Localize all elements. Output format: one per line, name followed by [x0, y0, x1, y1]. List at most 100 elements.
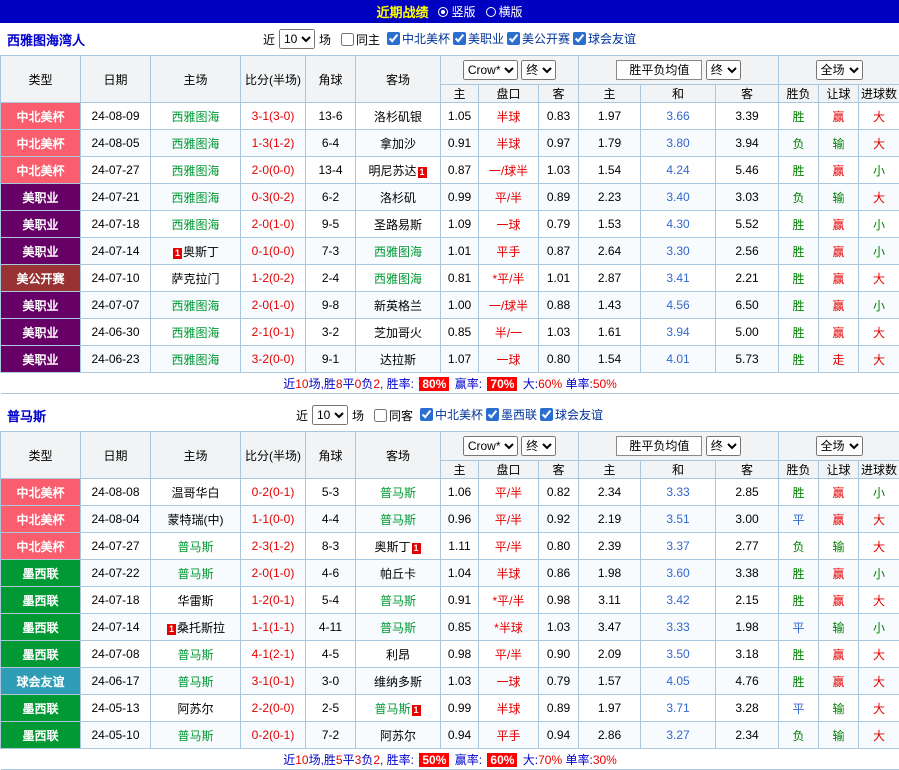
match-score[interactable]: 3-1(0-1) — [241, 668, 306, 695]
match-score[interactable]: 1-1(1-1) — [241, 614, 306, 641]
match-score[interactable]: 1-1(0-0) — [241, 506, 306, 533]
team-name[interactable]: 西雅图海 — [171, 191, 219, 205]
team-name[interactable]: 西雅图海 — [171, 299, 219, 313]
league-checkbox[interactable] — [486, 408, 499, 421]
team-name[interactable]: 普马斯 — [380, 513, 416, 527]
match-score[interactable]: 0-1(0-0) — [241, 238, 306, 265]
match-score[interactable]: 2-0(1-0) — [241, 292, 306, 319]
team-name[interactable]: 华雷斯 — [177, 594, 213, 608]
league-checkbox[interactable] — [387, 32, 400, 45]
team-name[interactable]: 桑托斯拉 — [177, 621, 225, 635]
team-name[interactable]: 利昂 — [386, 648, 410, 662]
team-name[interactable]: 拿加沙 — [380, 137, 416, 151]
match-score[interactable]: 4-1(2-1) — [241, 641, 306, 668]
same-venue-filter[interactable]: 同客 — [374, 407, 413, 424]
team-name[interactable]: 萨克拉门 — [171, 272, 219, 286]
match-score[interactable]: 2-0(1-0) — [241, 211, 306, 238]
avg-win-odds: 1.53 — [579, 211, 641, 238]
match-score[interactable]: 2-1(0-1) — [241, 319, 306, 346]
match-score[interactable]: 2-0(1-0) — [241, 560, 306, 587]
team-name[interactable]: 帕丘卡 — [380, 567, 416, 581]
team-name[interactable]: 阿苏尔 — [380, 729, 416, 743]
match-score[interactable]: 1-2(0-1) — [241, 587, 306, 614]
team-name[interactable]: 奥斯丁 — [374, 540, 410, 554]
match-score[interactable]: 2-3(1-2) — [241, 533, 306, 560]
match-score[interactable]: 0-2(0-1) — [241, 479, 306, 506]
team-name[interactable]: 西雅图海 — [171, 353, 219, 367]
avg-time-select[interactable]: 终 — [706, 60, 741, 80]
odds-time-select[interactable]: 终 — [521, 436, 556, 456]
radio-selected-icon[interactable] — [438, 7, 448, 17]
team-name[interactable]: 普马斯 — [177, 567, 213, 581]
match-score[interactable]: 1-3(1-2) — [241, 130, 306, 157]
avg-group-header: 胜平负均值 终 — [579, 56, 779, 85]
team-name[interactable]: 西雅图海 — [171, 110, 219, 124]
team-name[interactable]: 芝加哥火 — [374, 326, 422, 340]
league-filter[interactable]: 美职业 — [453, 30, 504, 47]
bookmaker-select[interactable]: Crow* — [463, 60, 518, 80]
games-count-select[interactable]: 10 — [279, 29, 315, 49]
scope-select[interactable]: 全场 — [816, 436, 863, 456]
subhead-cell: 客 — [716, 85, 779, 103]
team-name[interactable]: 蒙特瑞(中) — [168, 513, 224, 527]
league-filter[interactable]: 中北美杯 — [420, 406, 483, 423]
league-filter[interactable]: 球会友谊 — [573, 30, 636, 47]
team-name[interactable]: 普马斯 — [380, 486, 416, 500]
same-venue-checkbox[interactable] — [374, 409, 387, 422]
league-checkbox[interactable] — [507, 32, 520, 45]
games-count-select[interactable]: 10 — [312, 405, 348, 425]
match-score[interactable]: 2-2(0-0) — [241, 695, 306, 722]
team-name[interactable]: 普马斯 — [177, 729, 213, 743]
team-name[interactable]: 温哥华白 — [171, 486, 219, 500]
team-name[interactable]: 奥斯丁 — [183, 245, 219, 259]
match-score[interactable]: 2-0(0-0) — [241, 157, 306, 184]
team-name[interactable]: 西雅图海 — [374, 272, 422, 286]
layout-option-horizontal[interactable]: 横版 — [486, 3, 523, 20]
layout-option-vertical[interactable]: 竖版 — [438, 3, 475, 20]
same-venue-checkbox[interactable] — [341, 33, 354, 46]
scope-select[interactable]: 全场 — [816, 60, 863, 80]
team-name[interactable]: 普马斯 — [177, 540, 213, 554]
team-name[interactable]: 新英格兰 — [374, 299, 422, 313]
odds-time-select[interactable]: 终 — [521, 60, 556, 80]
team-name[interactable]: 普马斯 — [177, 648, 213, 662]
match-score[interactable]: 3-2(0-0) — [241, 346, 306, 373]
league-checkbox[interactable] — [420, 408, 433, 421]
match-row: 美职业24-07-07西雅图海2-0(1-0)9-8新英格兰1.00一/球半0.… — [1, 292, 899, 319]
match-score[interactable]: 3-1(3-0) — [241, 103, 306, 130]
team-name[interactable]: 阿苏尔 — [177, 702, 213, 716]
team-name[interactable]: 西雅图海 — [171, 218, 219, 232]
table-body: 中北美杯24-08-09西雅图海3-1(3-0)13-6洛杉矶银1.05半球0.… — [1, 103, 899, 373]
bookmaker-select[interactable]: Crow* — [463, 436, 518, 456]
team-name[interactable]: 普马斯 — [380, 594, 416, 608]
same-venue-filter[interactable]: 同主 — [341, 31, 380, 48]
team-name[interactable]: 洛杉矶银 — [374, 110, 422, 124]
team-name[interactable]: 西雅图海 — [374, 245, 422, 259]
team-name[interactable]: 圣路易斯 — [374, 218, 422, 232]
team-name[interactable]: 洛杉矶 — [380, 191, 416, 205]
league-filter[interactable]: 美公开赛 — [507, 30, 570, 47]
result-handicap: 赢 — [819, 560, 859, 587]
odds-away: 1.03 — [539, 319, 579, 346]
league-checkbox[interactable] — [573, 32, 586, 45]
league-checkbox[interactable] — [453, 32, 466, 45]
league-checkbox[interactable] — [540, 408, 553, 421]
match-score[interactable]: 0-3(0-2) — [241, 184, 306, 211]
team-name[interactable]: 明尼苏达 — [368, 164, 416, 178]
league-filter[interactable]: 球会友谊 — [540, 406, 603, 423]
team-name[interactable]: 普马斯 — [380, 621, 416, 635]
team-name[interactable]: 西雅图海 — [171, 326, 219, 340]
team-name[interactable]: 达拉斯 — [380, 353, 416, 367]
league-filter[interactable]: 中北美杯 — [387, 30, 450, 47]
team-name[interactable]: 西雅图海 — [171, 137, 219, 151]
team-name[interactable]: 西雅图海 — [171, 164, 219, 178]
avg-time-select[interactable]: 终 — [706, 436, 741, 456]
team-name[interactable]: 维纳多斯 — [374, 675, 422, 689]
match-score[interactable]: 1-2(0-2) — [241, 265, 306, 292]
league-filters: 中北美杯墨西联球会友谊 — [417, 406, 603, 424]
match-score[interactable]: 0-2(0-1) — [241, 722, 306, 749]
team-name[interactable]: 普马斯 — [177, 675, 213, 689]
radio-unselected-icon[interactable] — [486, 7, 496, 17]
team-name[interactable]: 普马斯 — [374, 702, 410, 716]
league-filter[interactable]: 墨西联 — [486, 406, 537, 423]
